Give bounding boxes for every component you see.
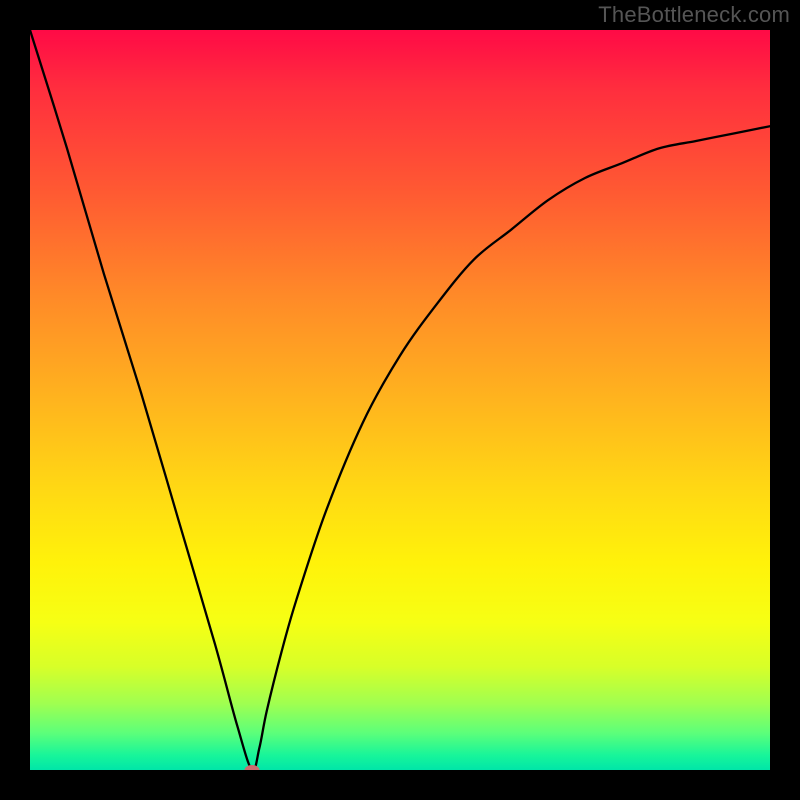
watermark-text: TheBottleneck.com xyxy=(598,2,790,28)
chart-root: TheBottleneck.com xyxy=(0,0,800,800)
bottleneck-curve xyxy=(30,30,770,770)
plot-area xyxy=(30,30,770,770)
optimal-point-marker xyxy=(245,765,260,770)
